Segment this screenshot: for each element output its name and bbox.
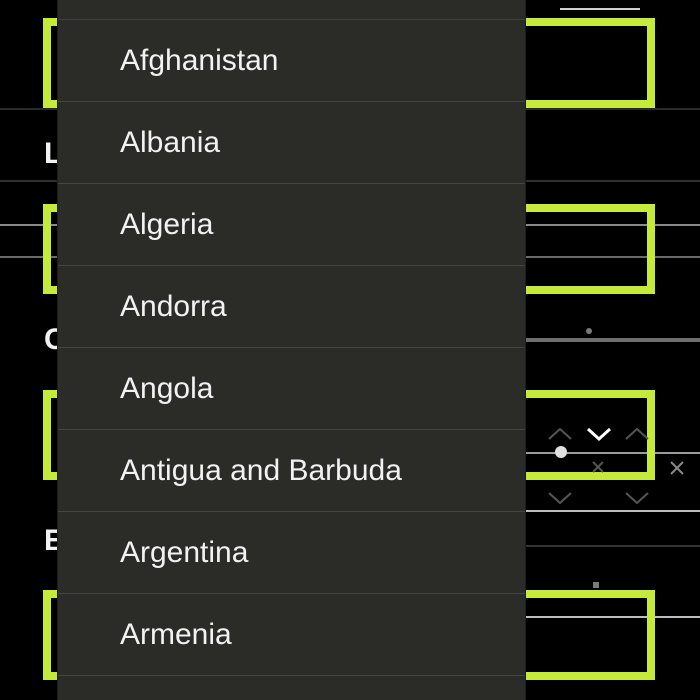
list-item-armenia[interactable]: Armenia (58, 595, 525, 676)
background-dot (593, 582, 599, 588)
background-line (525, 338, 700, 342)
list-item-algeria[interactable]: Algeria (58, 185, 525, 266)
list-item-afghanistan[interactable]: Afghanistan (58, 21, 525, 102)
list-item-angola[interactable]: Angola (58, 349, 525, 430)
chevron-up-icon (625, 427, 649, 440)
chevron-up-icon (548, 427, 572, 440)
background-line (560, 8, 640, 10)
background-dot (586, 328, 592, 334)
list-item-antigua-and-barbuda[interactable]: Antigua and Barbuda (58, 431, 525, 512)
list-item-andorra[interactable]: Andorra (58, 267, 525, 348)
chevron-down-icon[interactable] (584, 424, 614, 444)
chevron-down-icon (625, 492, 649, 505)
background-line (525, 545, 700, 547)
list-item-albania[interactable]: Albania (58, 103, 525, 184)
close-icon (670, 461, 684, 475)
dropdown-top-edge (58, 0, 525, 20)
chevron-down-icon (548, 492, 572, 505)
background-line (525, 510, 700, 512)
country-dropdown-list[interactable]: Afghanistan Albania Algeria Andorra Ango… (58, 0, 525, 700)
list-item-argentina[interactable]: Argentina (58, 513, 525, 594)
close-icon (592, 461, 604, 473)
